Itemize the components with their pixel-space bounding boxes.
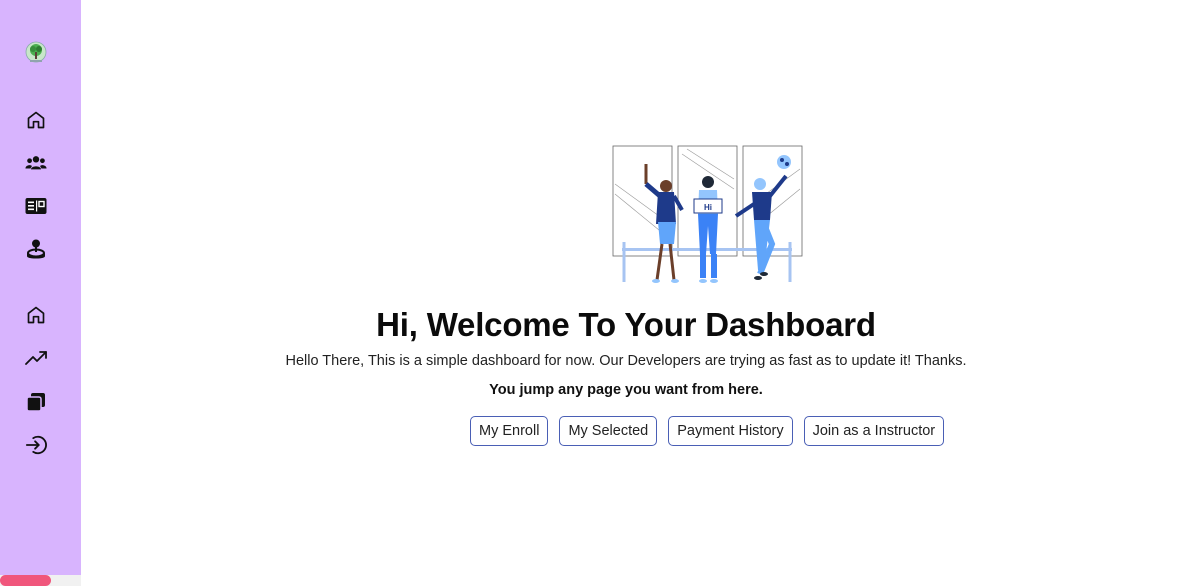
nav-courses[interactable]	[24, 194, 48, 218]
home-icon	[27, 111, 45, 129]
sign-in-icon	[25, 435, 47, 455]
main-content: Hi Hi, Welcome To Your Dashboard Hello T…	[81, 0, 1190, 586]
sidebar	[0, 0, 81, 586]
course-book-icon	[25, 198, 47, 214]
tree-logo-icon[interactable]	[24, 41, 48, 65]
page-title: Hi, Welcome To Your Dashboard	[376, 306, 876, 343]
page-tagline: You jump any page you want from here.	[489, 382, 763, 398]
horizontal-scrollbar-thumb[interactable]	[0, 575, 51, 586]
illustration-badge: Hi	[704, 203, 712, 212]
users-icon	[25, 156, 47, 170]
quick-links: My Enroll My Selected Payment History Jo…	[470, 416, 945, 446]
my-selected-button[interactable]: My Selected	[559, 416, 658, 446]
nav-users[interactable]	[24, 151, 48, 175]
nav-sign-in[interactable]	[24, 433, 48, 457]
joystick-icon	[27, 239, 45, 259]
page-subtitle: Hello There, This is a simple dashboard …	[285, 353, 967, 369]
nav-home[interactable]	[24, 108, 48, 132]
payment-history-button[interactable]: Payment History	[668, 416, 793, 446]
my-enroll-button[interactable]: My Enroll	[470, 416, 549, 446]
join-instructor-button[interactable]: Join as a Instructor	[803, 416, 945, 446]
welcome-illustration: Hi	[612, 145, 803, 283]
nav-games[interactable]	[24, 238, 48, 262]
